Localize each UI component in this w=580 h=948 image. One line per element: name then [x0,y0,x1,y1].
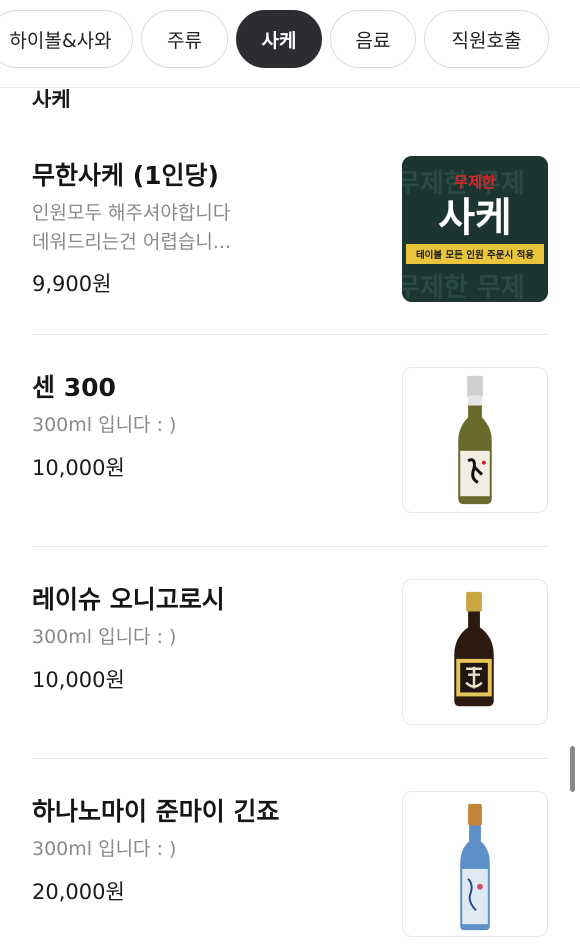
sake-bottle-icon [454,591,494,707]
tab-liquor[interactable]: 주류 [141,10,228,68]
item-description: 300ml 입니다 : ) [32,626,177,648]
category-tab-bar: 하이볼&사와 주류 사케 음료 직원호출 [0,0,580,88]
item-price: 9,900원 [32,272,112,296]
scrollbar-thumb[interactable] [570,746,575,792]
tab-drinks[interactable]: 음료 [330,10,416,68]
item-divider [32,546,548,547]
item-description-line-1: 인원모두 해주셔야합니다 [32,202,231,224]
thumb-banner-text: 테이블 모든 인원 주문시 적용 [416,249,534,261]
item-divider [32,334,548,335]
item-description-line-2: 데워드리는건 어렵습니... [32,231,231,253]
item-price: 10,000원 [32,456,125,480]
thumb-big-text: 사케 [438,195,512,241]
tab-staff-call[interactable]: 직원호출 [424,10,549,68]
tab-label: 음료 [355,29,391,52]
unlimited-sake-graphic: 무제한 무제 무제한 무제 무제한 사케 테이블 모든 인원 주문시 적용 [402,156,548,302]
tab-label: 사케 [261,29,297,52]
unlimited-sake-image: 무제한 무제 무제한 무제 무제한 사케 테이블 모든 인원 주문시 적용 [402,156,548,302]
item-price: 10,000원 [32,668,125,692]
bg-watermark-bottom: 무제한 무제 [402,273,525,302]
tab-label: 하이볼&사와 [9,29,112,52]
tab-label: 주류 [167,29,202,52]
tab-sake[interactable]: 사케 [236,10,322,68]
item-description: 300ml 입니다 : ) [32,838,177,860]
item-description: 300ml 입니다 : ) [32,414,177,436]
onikoroshi-bottle-image [402,579,548,725]
thumb-top-text: 무제한 [454,173,496,191]
sake-bottle-icon [460,803,490,931]
item-name: 레이슈 오니고로시 [32,585,225,614]
hananomai-bottle-image [402,791,548,937]
sake-bottle-icon [458,375,492,505]
tab-highball-sour[interactable]: 하이볼&사와 [0,10,133,68]
sen-300-bottle-image [402,367,548,513]
item-name: 하나노마이 준마이 긴죠 [32,797,280,826]
item-name: 센 300 [32,373,116,402]
item-name: 무한사케 (1인당) [32,161,219,190]
tab-label: 직원호출 [451,29,522,52]
item-price: 20,000원 [32,880,125,904]
item-divider [32,758,548,759]
